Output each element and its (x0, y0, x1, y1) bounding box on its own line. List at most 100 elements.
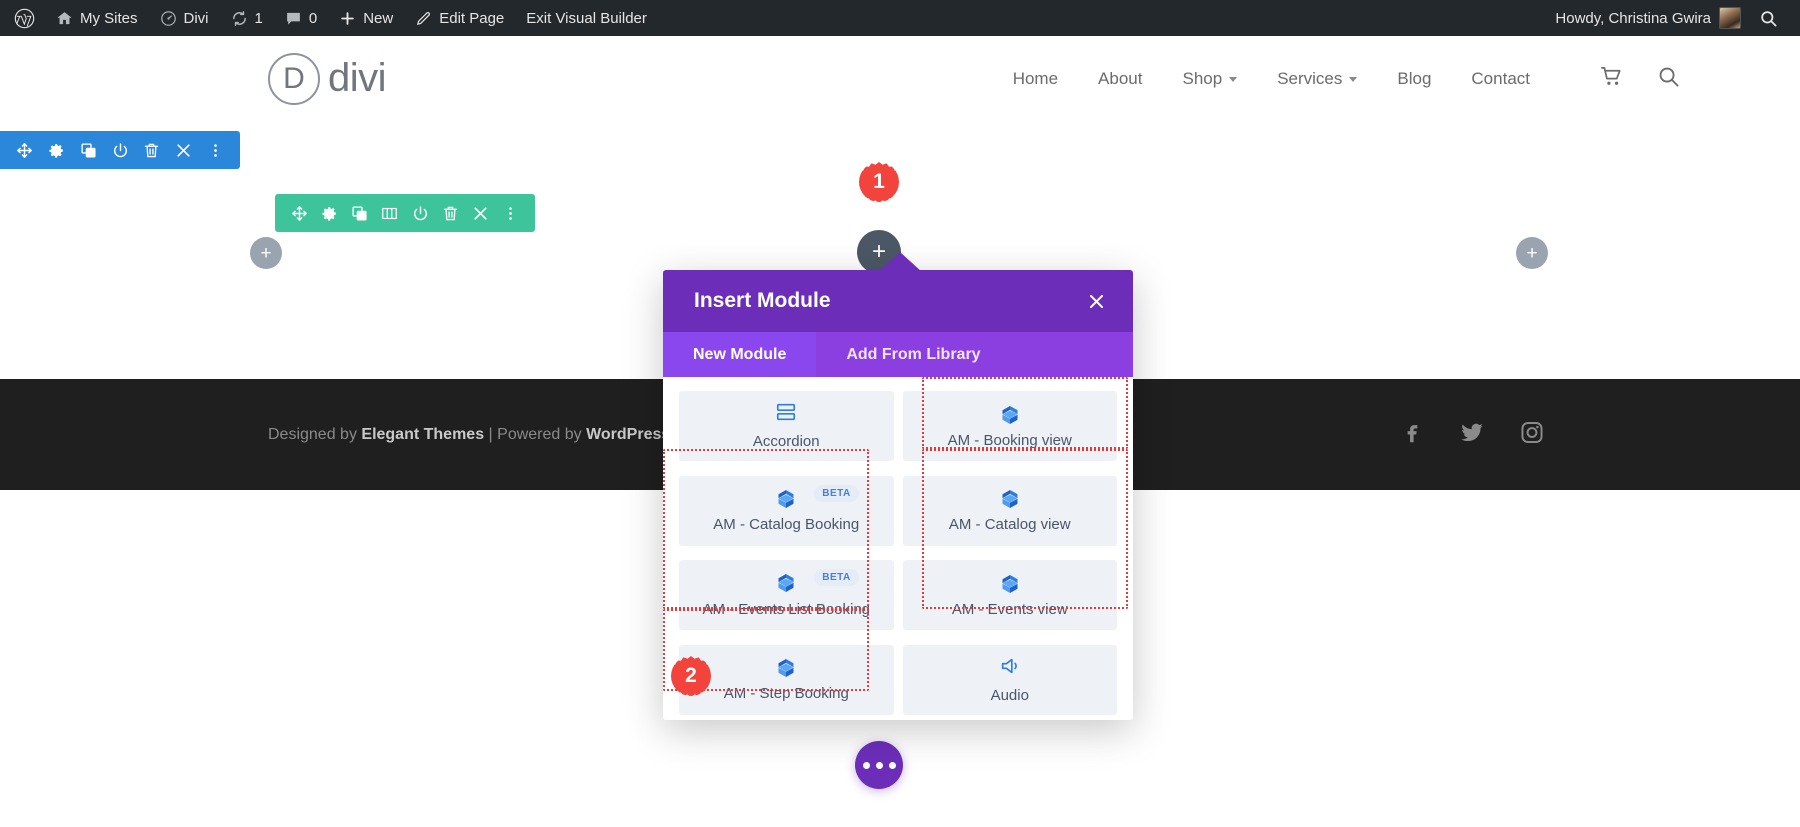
admin-bar-comments[interactable]: 0 (274, 0, 328, 36)
annotation-badge-1: 1 (859, 162, 899, 202)
admin-bar-my-sites[interactable]: My Sites (45, 0, 149, 36)
module-tile-am-catalog-booking[interactable]: BETA AM - Catalog Booking (679, 476, 894, 546)
module-tile-am-catalog-view[interactable]: AM - Catalog view (903, 476, 1118, 546)
avatar[interactable] (1719, 7, 1741, 29)
close-icon[interactable] (466, 194, 496, 232)
module-tile-am-events-view[interactable]: AM - Events view (903, 560, 1118, 630)
nav-item-about-label: About (1098, 69, 1142, 89)
header-search-icon[interactable] (1657, 65, 1680, 93)
section-toolbar (0, 131, 240, 169)
nav-item-blog[interactable]: Blog (1377, 69, 1451, 89)
move-icon[interactable] (284, 194, 314, 232)
trash-icon[interactable] (136, 131, 168, 169)
duplicate-icon[interactable] (72, 131, 104, 169)
admin-bar-divi[interactable]: Divi (149, 0, 220, 36)
modal-header: Insert Module (663, 270, 1133, 332)
cart-icon[interactable] (1600, 65, 1623, 93)
module-tile-label: AM - Booking view (942, 433, 1078, 450)
am-cube-icon (998, 487, 1022, 511)
footer-powered-prefix: Powered by (497, 426, 586, 443)
annotation-badge-2-label: 2 (685, 664, 697, 688)
ellipsis-icon (889, 762, 896, 769)
more-options-icon[interactable] (496, 194, 526, 232)
gear-icon[interactable] (41, 131, 73, 169)
insert-module-modal: Insert Module New Module Add From Librar… (663, 270, 1133, 720)
admin-bar-left-group: My Sites Divi 1 0 (0, 0, 658, 36)
admin-bar-exit-vb-label: Exit Visual Builder (526, 10, 647, 27)
footer-designed-prefix: Designed by (268, 426, 361, 443)
close-icon[interactable] (1081, 286, 1111, 316)
twitter-icon[interactable] (1459, 419, 1485, 450)
admin-bar-right-group: Howdy, Christina Gwira (1555, 0, 1800, 36)
nav-item-home[interactable]: Home (993, 69, 1078, 89)
module-tile-audio[interactable]: Audio (903, 645, 1118, 715)
module-tile-am-events-list-booking[interactable]: BETA AM - Events List Booking (679, 560, 894, 630)
module-tile-label: AM - Catalog view (943, 517, 1077, 534)
ellipsis-icon (876, 762, 883, 769)
footer-wordpress-link[interactable]: WordPress (586, 426, 670, 443)
tab-add-from-library-label: Add From Library (846, 346, 980, 364)
tile-icon-row: BETA (679, 487, 894, 511)
add-section-button-right[interactable]: + (1516, 237, 1548, 269)
footer-social-links (1399, 419, 1545, 450)
module-tile-accordion[interactable]: Accordion (679, 391, 894, 461)
nav-item-shop[interactable]: Shop (1162, 69, 1257, 89)
sites-icon (56, 10, 73, 27)
am-cube-icon (774, 656, 798, 680)
admin-bar-edit-page-label: Edit Page (439, 10, 504, 27)
nav-item-services[interactable]: Services (1257, 69, 1377, 89)
admin-bar-exit-visual-builder[interactable]: Exit Visual Builder (515, 0, 658, 36)
module-tile-label: AM - Step Booking (718, 686, 855, 703)
tile-icon-row (903, 403, 1118, 427)
divi-dashboard-icon (160, 10, 177, 27)
power-icon[interactable] (405, 194, 435, 232)
admin-bar-new-label: New (363, 10, 393, 27)
nav-item-contact[interactable]: Contact (1451, 69, 1550, 89)
instagram-icon[interactable] (1519, 419, 1545, 450)
tile-icon-row (679, 656, 894, 680)
logo-mark: D (268, 53, 320, 105)
module-tile-am-step-booking[interactable]: AM - Step Booking (679, 645, 894, 715)
nav-item-contact-label: Contact (1471, 69, 1530, 89)
close-icon[interactable] (168, 131, 200, 169)
move-icon[interactable] (9, 131, 41, 169)
columns-icon[interactable] (375, 194, 405, 232)
footer-credit: Designed by Elegant Themes | Powered by … (268, 426, 670, 444)
site-logo[interactable]: D divi (268, 53, 386, 105)
nav-item-blog-label: Blog (1397, 69, 1431, 89)
module-tile-label: Audio (985, 688, 1035, 705)
trash-icon[interactable] (435, 194, 465, 232)
row-toolbar (275, 194, 535, 232)
gear-icon[interactable] (314, 194, 344, 232)
page-settings-button[interactable] (855, 741, 903, 789)
admin-bar-edit-page[interactable]: Edit Page (404, 0, 515, 36)
module-tile-am-booking-view[interactable]: AM - Booking view (903, 391, 1118, 461)
search-icon[interactable] (1741, 9, 1784, 28)
tile-icon-row (679, 401, 894, 428)
ellipsis-icon (863, 762, 870, 769)
beta-badge: BETA (814, 485, 858, 502)
annotation-badge-2: 2 (671, 656, 711, 696)
admin-bar-howdy-label[interactable]: Howdy, Christina Gwira (1555, 10, 1719, 27)
nav-item-about[interactable]: About (1078, 69, 1162, 89)
more-options-icon[interactable] (199, 131, 231, 169)
admin-bar-my-sites-label: My Sites (80, 10, 138, 27)
duplicate-icon[interactable] (345, 194, 375, 232)
power-icon[interactable] (104, 131, 136, 169)
admin-bar-comments-count: 0 (309, 10, 317, 27)
am-cube-icon (998, 403, 1022, 427)
header-icon-group (1600, 65, 1680, 93)
admin-bar-divi-label: Divi (184, 10, 209, 27)
tab-new-module[interactable]: New Module (663, 332, 816, 377)
admin-bar-wordpress-logo[interactable] (0, 0, 45, 36)
plus-icon: + (1526, 244, 1537, 263)
nav-item-home-label: Home (1013, 69, 1058, 89)
module-tile-label: AM - Events view (946, 602, 1074, 619)
nav-item-services-label: Services (1277, 69, 1342, 89)
admin-bar-new[interactable]: New (328, 0, 404, 36)
admin-bar-updates[interactable]: 1 (220, 0, 274, 36)
facebook-icon[interactable] (1399, 419, 1425, 450)
tab-add-from-library[interactable]: Add From Library (816, 332, 1010, 377)
footer-elegant-themes-link[interactable]: Elegant Themes (361, 426, 484, 443)
add-row-button-left[interactable]: + (250, 237, 282, 269)
